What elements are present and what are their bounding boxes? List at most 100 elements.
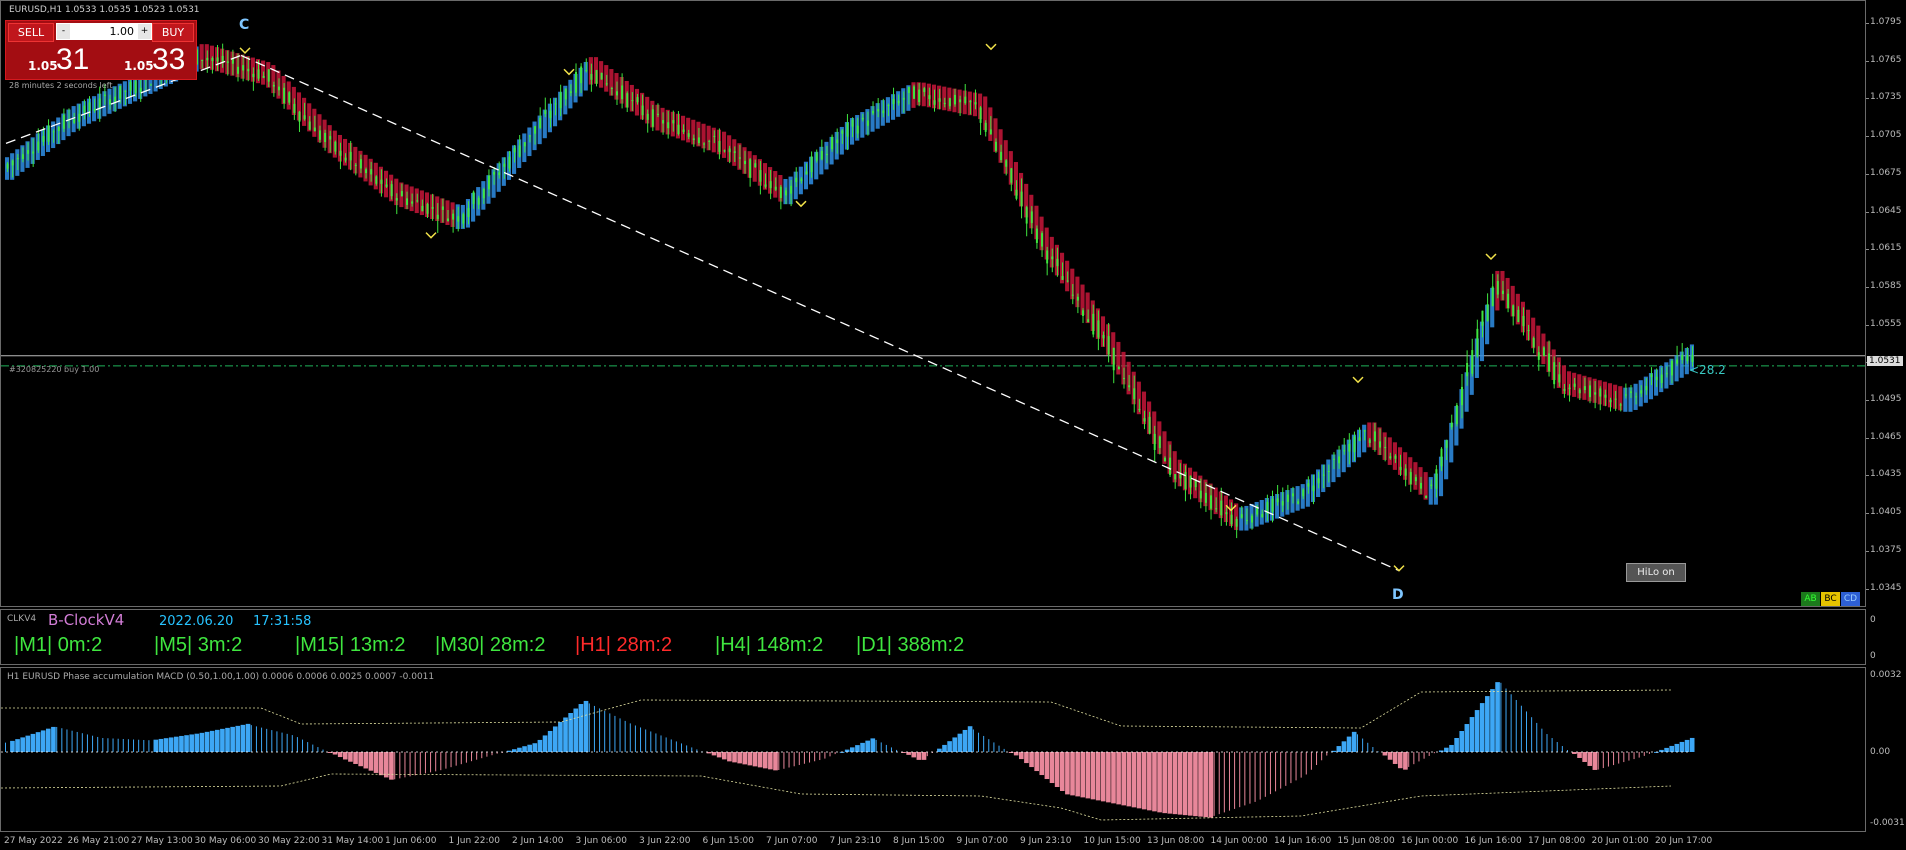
candle-body bbox=[1251, 515, 1254, 523]
macd-bar bbox=[1495, 682, 1500, 752]
candle-body bbox=[1512, 305, 1515, 317]
sell-button[interactable]: SELL bbox=[8, 23, 54, 42]
candle-body bbox=[472, 191, 475, 204]
macd-bar bbox=[261, 727, 263, 752]
candle-body bbox=[810, 156, 813, 173]
candle-body bbox=[114, 96, 117, 102]
candle-body bbox=[1414, 477, 1417, 482]
macd-bar bbox=[5, 742, 6, 752]
candle-body bbox=[544, 110, 547, 114]
lot-size-field[interactable]: - 1.00 + bbox=[56, 23, 152, 40]
candle-body bbox=[1338, 456, 1341, 464]
macd-bar bbox=[527, 744, 532, 752]
candle-body bbox=[1148, 416, 1151, 434]
price-axis-label: 1.0615 bbox=[1870, 243, 1902, 254]
candle-body bbox=[1660, 374, 1663, 384]
candle-body bbox=[1691, 355, 1694, 362]
price-tick bbox=[1866, 550, 1869, 552]
macd-bar bbox=[1034, 752, 1039, 772]
time-axis-label: 30 May 06:00 bbox=[194, 836, 257, 846]
candle-body bbox=[252, 73, 255, 78]
candle-body bbox=[1107, 336, 1110, 355]
candle-body bbox=[897, 100, 900, 104]
candle-body bbox=[866, 120, 869, 126]
candle-body bbox=[1614, 398, 1617, 400]
macd-bar bbox=[916, 752, 922, 760]
macd-bar bbox=[133, 739, 135, 752]
macd-bar bbox=[655, 733, 657, 752]
macd-bar bbox=[312, 744, 314, 752]
price-tick bbox=[1866, 173, 1869, 175]
candle-body bbox=[626, 93, 629, 108]
buy-button[interactable]: BUY bbox=[152, 23, 194, 42]
macd-bar bbox=[547, 730, 553, 752]
macd-bar bbox=[988, 739, 990, 752]
candle-body bbox=[1220, 500, 1223, 516]
cd-button[interactable]: CD bbox=[1841, 592, 1860, 606]
fractal-arrow-icon bbox=[1485, 253, 1497, 261]
candle-body bbox=[918, 89, 921, 103]
candle-body bbox=[16, 157, 19, 160]
macd-bar bbox=[1602, 752, 1604, 769]
macd-bar bbox=[624, 720, 626, 752]
price-axis-label: 1.0705 bbox=[1870, 130, 1902, 141]
candle-body bbox=[431, 207, 434, 209]
candle-body bbox=[11, 160, 14, 166]
time-axis-label: 14 Jun 00:00 bbox=[1210, 836, 1268, 846]
macd-bar bbox=[1172, 752, 1178, 815]
macd-bar bbox=[588, 703, 590, 752]
macd-bar bbox=[1490, 689, 1495, 752]
price-tick bbox=[1866, 513, 1869, 515]
macd-bar bbox=[143, 739, 145, 752]
macd-bar bbox=[737, 752, 742, 764]
macd-bar bbox=[634, 725, 636, 752]
candle-body bbox=[738, 157, 741, 159]
candle-body bbox=[933, 100, 936, 105]
macd-bar bbox=[880, 742, 882, 752]
macd-bar bbox=[1413, 752, 1415, 765]
candle-body bbox=[1317, 478, 1320, 484]
macd-pane[interactable]: H1 EURUSD Phase accumulation MACD (0.50,… bbox=[0, 667, 1866, 832]
fractal-arrow-icon bbox=[1393, 565, 1405, 572]
price-chart-pane[interactable]: EURUSD,H1 1.0533 1.0535 1.0523 1.0531 SE… bbox=[0, 0, 1866, 607]
candle-body bbox=[421, 205, 424, 212]
lot-size-value[interactable]: 1.00 bbox=[74, 23, 135, 40]
lot-decrease-button[interactable]: - bbox=[57, 24, 70, 39]
macd-bar bbox=[1346, 736, 1352, 752]
candle-body bbox=[1486, 304, 1489, 321]
candle-body bbox=[462, 214, 465, 224]
macd-bar bbox=[455, 752, 457, 766]
candle-body bbox=[1332, 458, 1335, 460]
macd-bar bbox=[61, 728, 63, 752]
macd-bar bbox=[76, 731, 78, 752]
candle-body bbox=[1276, 498, 1279, 503]
candle-body bbox=[805, 171, 808, 175]
sell-price[interactable]: 1.05 31 bbox=[10, 43, 98, 77]
lot-increase-button[interactable]: + bbox=[138, 24, 151, 39]
buy-price[interactable]: 1.05 33 bbox=[106, 43, 194, 77]
candle-body bbox=[1061, 276, 1064, 280]
ab-button[interactable]: AB bbox=[1801, 592, 1820, 606]
macd-bar bbox=[1613, 752, 1615, 766]
candle-body bbox=[964, 96, 967, 104]
macd-bar bbox=[1075, 752, 1080, 797]
macd-bar bbox=[768, 752, 773, 770]
candle-body bbox=[1537, 352, 1540, 360]
candle-body bbox=[779, 186, 782, 199]
macd-bar bbox=[573, 708, 579, 752]
macd-bar bbox=[757, 752, 763, 768]
candle-body bbox=[103, 94, 106, 97]
bar-timer: 28 minutes 2 seconds left bbox=[9, 81, 113, 90]
bc-button[interactable]: BC bbox=[1821, 592, 1840, 606]
macd-bar bbox=[824, 752, 826, 759]
candle-body bbox=[441, 206, 444, 210]
macd-bar bbox=[1223, 752, 1225, 813]
macd-bar bbox=[1607, 752, 1609, 767]
macd-bar bbox=[691, 747, 693, 752]
heiken-ashi-bar bbox=[1387, 437, 1392, 465]
macd-bar bbox=[1029, 752, 1034, 768]
hilo-button[interactable]: HiLo on bbox=[1626, 563, 1686, 582]
macd-bar bbox=[337, 752, 343, 758]
macd-bar bbox=[148, 740, 150, 752]
fractal-arrow-icon bbox=[795, 200, 807, 208]
